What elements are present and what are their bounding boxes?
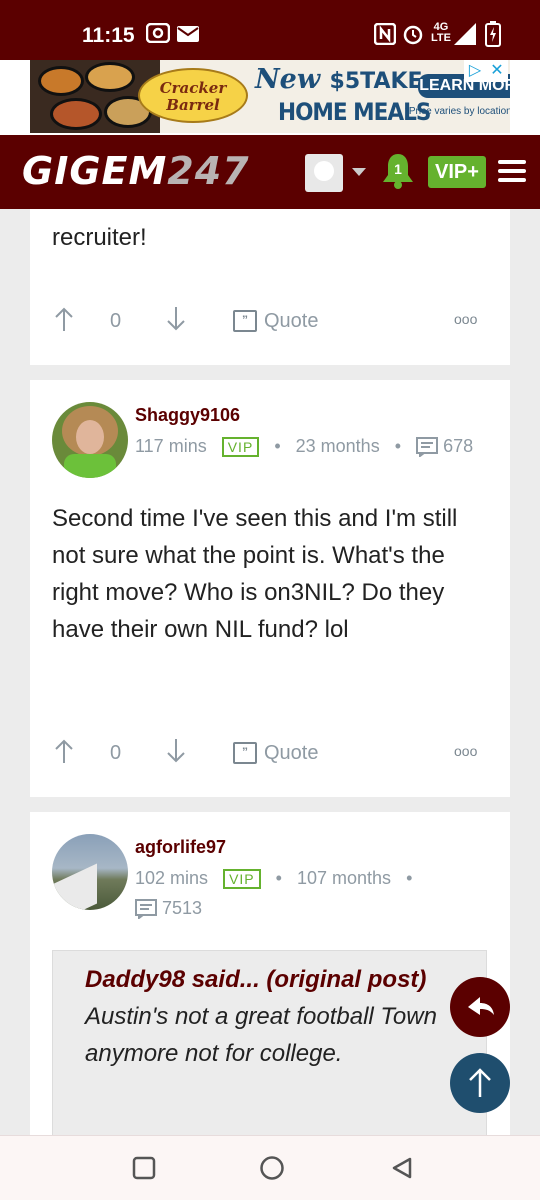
hamburger-menu-icon[interactable] (498, 160, 526, 187)
cracker-barrel-logo: Cracker Barrel (138, 68, 248, 123)
battery-icon (485, 21, 501, 47)
post-text: recruiter! (52, 224, 147, 251)
vote-count: 0 (110, 742, 122, 764)
scroll-to-top-button[interactable] (450, 1053, 510, 1113)
vip-badge: VIP (223, 869, 261, 890)
original-post-link[interactable]: (original post) (266, 966, 426, 993)
post-card: agforlife97 102 mins VIP • 107 months • … (30, 812, 510, 1135)
ad-banner[interactable]: Cracker Barrel New $5TAKE HOME MEALS LEA… (0, 60, 540, 135)
system-nav-bar (0, 1135, 540, 1200)
quote-icon[interactable]: ” (233, 310, 257, 332)
separator-dot: • (274, 436, 281, 456)
downvote-arrow-icon[interactable] (166, 738, 186, 764)
home-icon[interactable] (259, 1155, 285, 1181)
screen-record-icon (146, 23, 170, 43)
reply-button[interactable] (450, 977, 510, 1037)
site-header: GIGEM247 1 VIP+ (0, 135, 540, 209)
post-meta: 102 mins VIP • 107 months • (135, 868, 413, 890)
member-age: 23 months (295, 436, 380, 456)
post-count-row: 7513 (135, 898, 203, 921)
quoted-post: Daddy98 said... (original post) Austin's… (52, 950, 487, 1135)
ad-headline: New $5TAKE (255, 64, 423, 95)
quote-button[interactable]: Quote (264, 310, 318, 333)
separator-dot: • (275, 868, 282, 888)
network-type: 4G LTE (431, 21, 451, 44)
notification-count: 1 (394, 161, 402, 177)
arrow-up-icon (469, 1068, 491, 1097)
quote-button[interactable]: Quote (264, 742, 318, 765)
chevron-down-icon[interactable] (352, 168, 366, 176)
post-text: Second time I've seen this and I'm still… (52, 505, 458, 643)
reply-arrow-icon (468, 997, 494, 1015)
post-count-icon (416, 437, 439, 459)
separator-dot: • (394, 436, 402, 456)
user-avatar[interactable] (305, 154, 343, 192)
vote-count: 0 (110, 310, 122, 332)
more-options-icon[interactable]: ooo (454, 743, 477, 759)
status-time: 11:15 (82, 24, 135, 47)
adchoices-icon[interactable]: ▷ (464, 60, 486, 82)
post-card: Shaggy9106 117 mins VIP • 23 months • 67… (30, 380, 510, 797)
quote-body: Daddy98 said... (original post) Austin's… (85, 961, 472, 1072)
upvote-arrow-icon[interactable] (54, 738, 74, 764)
ad-close-icon[interactable]: ✕ (486, 60, 508, 82)
nfc-icon (374, 23, 396, 45)
status-bar: 11:15 4G LTE (0, 0, 540, 60)
post-time: 117 mins (135, 436, 207, 456)
upvote-arrow-icon[interactable] (54, 306, 74, 332)
vip-badge: VIP (221, 437, 260, 458)
recent-apps-icon[interactable] (132, 1156, 156, 1180)
alarm-icon (403, 25, 423, 45)
username[interactable]: agforlife97 (135, 837, 226, 858)
post-actions: 0 ” Quote ooo (30, 301, 510, 341)
avatar[interactable] (52, 834, 128, 910)
notifications-bell[interactable]: 1 (381, 152, 415, 190)
mail-icon (177, 26, 199, 42)
back-icon[interactable] (390, 1156, 414, 1180)
member-age: 107 months (296, 868, 392, 888)
signal-icon (454, 23, 476, 45)
post-card: recruiter! 0 ” Quote ooo (30, 209, 510, 365)
more-options-icon[interactable]: ooo (454, 311, 477, 327)
vip-plus-button[interactable]: VIP+ (428, 156, 486, 188)
quote-text: Austin's not a great football Town anymo… (85, 1003, 437, 1067)
post-count: 678 (443, 436, 474, 456)
separator-dot: • (406, 868, 413, 888)
post-meta: 117 mins VIP • 23 months • 678 (135, 436, 474, 459)
post-count: 7513 (162, 898, 203, 918)
post-count-icon (135, 899, 157, 921)
avatar[interactable] (52, 402, 128, 478)
site-logo[interactable]: GIGEM247 (22, 149, 250, 193)
post-actions: 0 ” Quote ooo (30, 733, 510, 773)
ad-disclaimer: *Price varies by location. (405, 106, 510, 117)
post-time: 102 mins (135, 868, 209, 888)
quote-icon[interactable]: ” (233, 742, 257, 764)
quote-author[interactable]: Daddy98 said... (85, 966, 260, 993)
downvote-arrow-icon[interactable] (166, 306, 186, 332)
username[interactable]: Shaggy9106 (135, 405, 240, 426)
